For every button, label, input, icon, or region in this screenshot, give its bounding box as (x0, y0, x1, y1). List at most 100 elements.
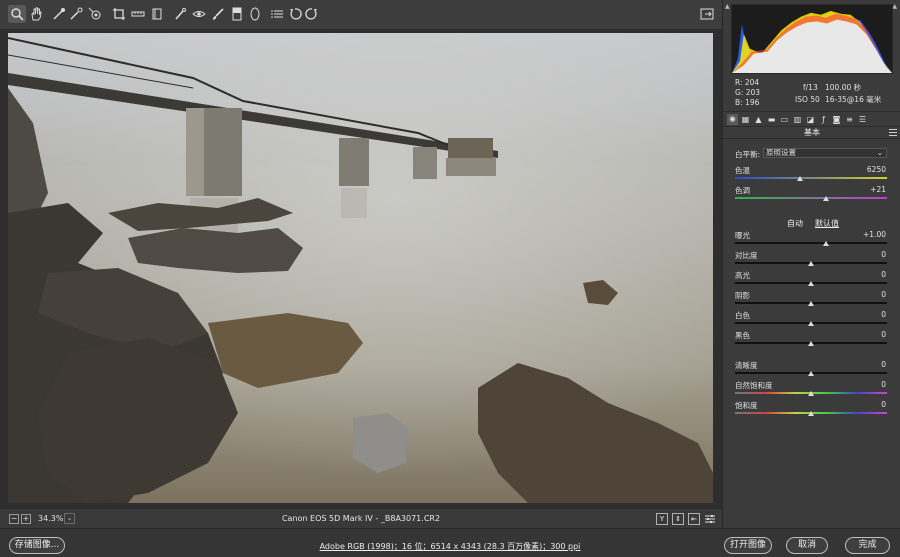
fullscreen-icon (700, 8, 714, 20)
iso-value: ISO 50 (795, 95, 820, 104)
swap-settings-button[interactable]: ⇕ (672, 513, 684, 525)
slider-thumb-saturation[interactable] (808, 411, 814, 416)
straighten-icon (131, 11, 145, 17)
target-icon (88, 7, 101, 20)
slider-thumb-contrast[interactable] (808, 261, 814, 266)
rotate-left-icon (290, 8, 302, 20)
view-settings-button[interactable] (704, 513, 716, 525)
slider-thumb-whites[interactable] (808, 321, 814, 326)
open-image-button[interactable]: 打开图像 (724, 537, 772, 554)
blue-value: B: 196 (735, 98, 760, 107)
file-name: Canon EOS 5D Mark IV - _B8A3071.CR2 (281, 514, 441, 523)
color-sampler-tool[interactable] (67, 5, 85, 23)
color-sampler-icon (70, 7, 83, 20)
radial-filter-tool[interactable] (246, 5, 264, 23)
cancel-button[interactable]: 取消 (786, 537, 828, 554)
slider-value-vibrance[interactable]: 0 (881, 380, 886, 389)
slider-label-shadows: 阴影 (735, 291, 750, 300)
hand-icon (31, 7, 42, 21)
eyedropper-icon (53, 8, 65, 20)
slider-thumb-highlights[interactable] (808, 281, 814, 286)
slider-label-tint: 色调 (735, 186, 750, 195)
slider-thumb-blacks[interactable] (808, 341, 814, 346)
tab-effects[interactable]: ƒ (818, 114, 829, 125)
tab-lens[interactable]: ▥ (792, 114, 803, 125)
adjustment-brush-tool[interactable] (209, 5, 227, 23)
tab-detail[interactable]: ▲ (753, 114, 764, 125)
hand-tool[interactable] (27, 5, 45, 23)
tab-tone-curve[interactable]: ▦ (740, 114, 751, 125)
slider-thumb-clarity[interactable] (808, 371, 814, 376)
chevron-down-icon: ⌄ (876, 148, 883, 157)
tab-transform[interactable]: ◪ (805, 114, 816, 125)
shadow-clipping-warning-icon[interactable]: ▲ (725, 3, 730, 10)
panel-menu-icon[interactable] (889, 129, 897, 136)
fullscreen-toggle-button[interactable] (700, 6, 716, 22)
tab-snapshots[interactable]: ☰ (857, 114, 868, 125)
slider-value-highlights[interactable]: 0 (881, 270, 886, 279)
split-toning-icon: ▭ (780, 115, 789, 124)
camera-info: f/13 100.00 秒 ISO 50 16-35@16 毫米 (795, 82, 891, 106)
lens-icon: ▥ (793, 115, 802, 124)
transform-tab-icon: ◪ (806, 115, 815, 124)
copy-settings-button[interactable]: ⇤ (688, 513, 700, 525)
slider-value-saturation[interactable]: 0 (881, 400, 886, 409)
tab-basic[interactable]: ✺ (727, 114, 738, 125)
preferences-tool[interactable] (268, 5, 286, 23)
slider-value-shadows[interactable]: 0 (881, 290, 886, 299)
white-balance-value: 原照设置 (766, 148, 796, 157)
histogram (731, 4, 893, 74)
slider-track-temp[interactable] (735, 177, 887, 179)
highlight-clipping-warning-icon[interactable]: ▲ (892, 3, 897, 10)
straighten-tool[interactable] (129, 5, 147, 23)
auto-button[interactable]: 自动 (787, 218, 803, 229)
tab-presets[interactable]: ≡ (844, 114, 855, 125)
tab-hsl[interactable]: ▬ (766, 114, 777, 125)
slider-value-temp[interactable]: 6250 (867, 165, 886, 174)
panel-tabs: ✺ ▦ ▲ ▬ ▭ ▥ ◪ ƒ ◙ ≡ ☰ (723, 111, 900, 127)
rotate-cw-tool[interactable] (303, 5, 321, 23)
slider-label-exposure: 曝光 (735, 231, 750, 240)
image-canvas[interactable] (0, 30, 722, 508)
slider-thumb-tint[interactable] (823, 196, 830, 201)
default-button[interactable]: 默认值 (815, 218, 839, 229)
spot-removal-tool[interactable] (171, 5, 189, 23)
slider-value-blacks[interactable]: 0 (881, 330, 886, 339)
slider-thumb-temp[interactable] (797, 176, 804, 181)
tab-camera-calibration[interactable]: ◙ (831, 114, 842, 125)
slider-value-tint[interactable]: +21 (870, 185, 886, 194)
transform-tool[interactable] (148, 5, 166, 23)
before-after-button[interactable]: Y (656, 513, 668, 525)
bottom-bar: 存储图像... Adobe RGB (1998)；16 位；6514 x 434… (0, 528, 900, 557)
slider-value-exposure[interactable]: +1.00 (863, 230, 886, 239)
slider-thumb-exposure[interactable] (823, 241, 830, 246)
red-eye-tool[interactable] (190, 5, 208, 23)
slider-thumb-vibrance[interactable] (808, 391, 814, 396)
slider-value-contrast[interactable]: 0 (881, 250, 886, 259)
adjustments-panel: ▲ ▲ R: 204 G: 203 B: 196 f/13 100.00 秒 I… (722, 0, 900, 528)
red-value: R: 204 (735, 78, 760, 87)
rotate-ccw-tool[interactable] (286, 5, 304, 23)
crop-tool[interactable] (110, 5, 128, 23)
done-button[interactable]: 完成 (845, 537, 890, 554)
lens-value: 16-35@16 毫米 (825, 95, 882, 104)
slider-thumb-shadows[interactable] (808, 301, 814, 306)
slider-label-contrast: 对比度 (735, 251, 758, 260)
curve-icon: ▦ (741, 115, 750, 124)
presets-icon: ≡ (846, 115, 853, 124)
slider-value-whites[interactable]: 0 (881, 310, 886, 319)
zoom-tool[interactable] (8, 5, 26, 23)
slider-track-exposure[interactable] (735, 242, 887, 244)
mountain-icon: ▲ (755, 115, 762, 124)
red-eye-icon (192, 11, 206, 17)
zoom-icon (11, 8, 24, 21)
white-balance-select[interactable]: 原照设置 ⌄ (763, 148, 887, 158)
graduated-filter-tool[interactable] (228, 5, 246, 23)
slider-track-tint[interactable] (735, 197, 887, 199)
targeted-adjustment-tool[interactable] (86, 5, 104, 23)
white-balance-tool[interactable] (50, 5, 68, 23)
aperture-icon: ✺ (729, 115, 736, 124)
tab-split-toning[interactable]: ▭ (779, 114, 790, 125)
crop-icon (113, 8, 125, 20)
slider-value-clarity[interactable]: 0 (881, 360, 886, 369)
